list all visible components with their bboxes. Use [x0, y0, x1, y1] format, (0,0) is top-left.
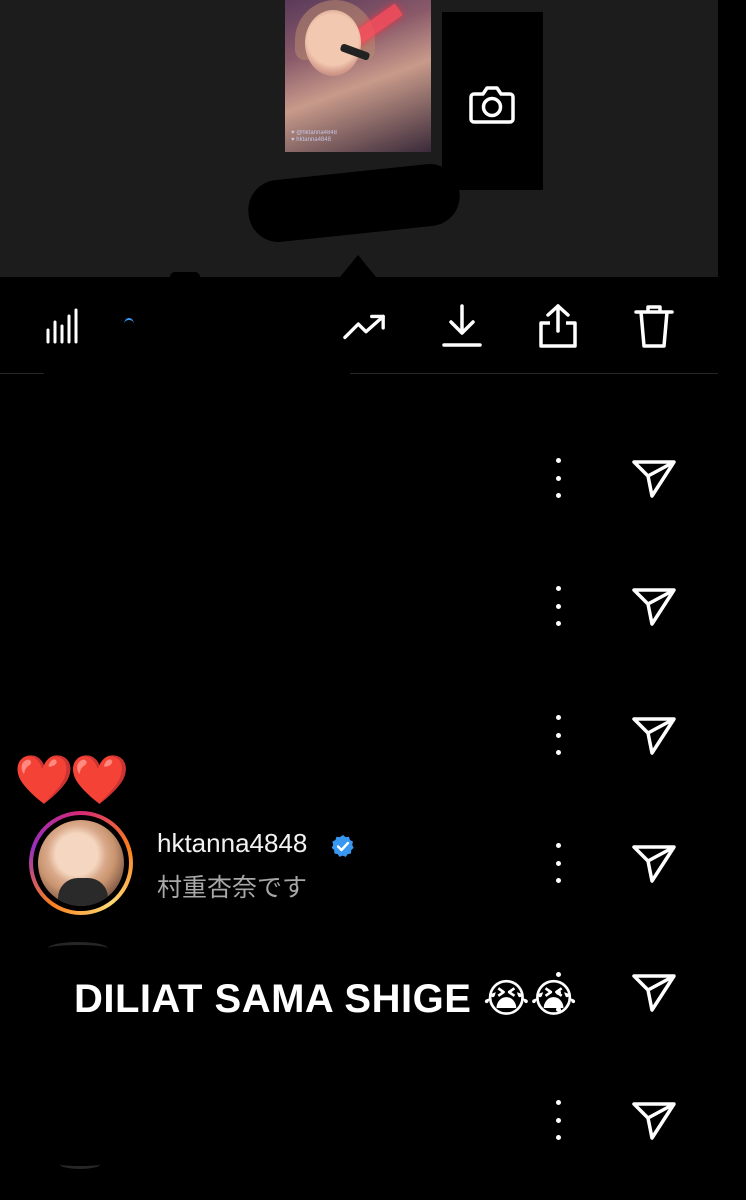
- trash-icon: [634, 305, 674, 348]
- redaction-mark: [170, 272, 200, 282]
- insights-button[interactable]: [38, 300, 82, 352]
- viewer-username[interactable]: hktanna4848: [157, 828, 307, 859]
- story-thumbnail[interactable]: ♥ @hktanna4848 ♥ hktanna4848: [285, 0, 431, 152]
- camera-icon: [469, 86, 515, 124]
- download-icon: [442, 304, 482, 347]
- send-icon[interactable]: [630, 970, 678, 1014]
- bar-chart-icon: [46, 308, 78, 344]
- overlay-caption: DILIAT SAMA SHIGE 😭😭: [74, 977, 578, 1021]
- camera-button[interactable]: [442, 12, 543, 190]
- avatar: [48, 942, 108, 955]
- avatar-border: [33, 815, 129, 911]
- send-icon[interactable]: [630, 713, 678, 757]
- delete-button[interactable]: [632, 300, 676, 352]
- thumbnail-caption: ♥ @hktanna4848 ♥ hktanna4848: [291, 130, 338, 143]
- tooltip-pointer: [340, 255, 376, 277]
- redaction-mark: [44, 353, 350, 393]
- send-icon[interactable]: [630, 841, 678, 885]
- avatar-shirt: [58, 878, 108, 906]
- more-options-icon[interactable]: [546, 586, 570, 626]
- send-icon[interactable]: [630, 1098, 678, 1142]
- send-icon[interactable]: [630, 584, 678, 628]
- avatar-photo: [38, 820, 124, 906]
- send-icon[interactable]: [630, 456, 678, 500]
- more-options-icon[interactable]: [546, 1100, 570, 1140]
- avatar: [60, 1160, 100, 1169]
- share-button[interactable]: [536, 300, 580, 352]
- redaction-mark: [124, 318, 134, 330]
- more-options-icon[interactable]: [546, 843, 570, 883]
- more-options-icon[interactable]: [546, 458, 570, 498]
- share-icon: [539, 304, 577, 348]
- heart-reaction: ❤️❤️: [14, 754, 130, 807]
- trending-up-icon: [343, 314, 385, 340]
- verified-badge-icon: [331, 835, 354, 857]
- thumbnail-face: [305, 10, 361, 76]
- trending-button[interactable]: [343, 300, 387, 352]
- avatar[interactable]: [29, 811, 133, 915]
- more-options-icon[interactable]: [546, 715, 570, 755]
- viewer-display-name: 村重杏奈です: [157, 874, 308, 902]
- download-button[interactable]: [440, 300, 484, 352]
